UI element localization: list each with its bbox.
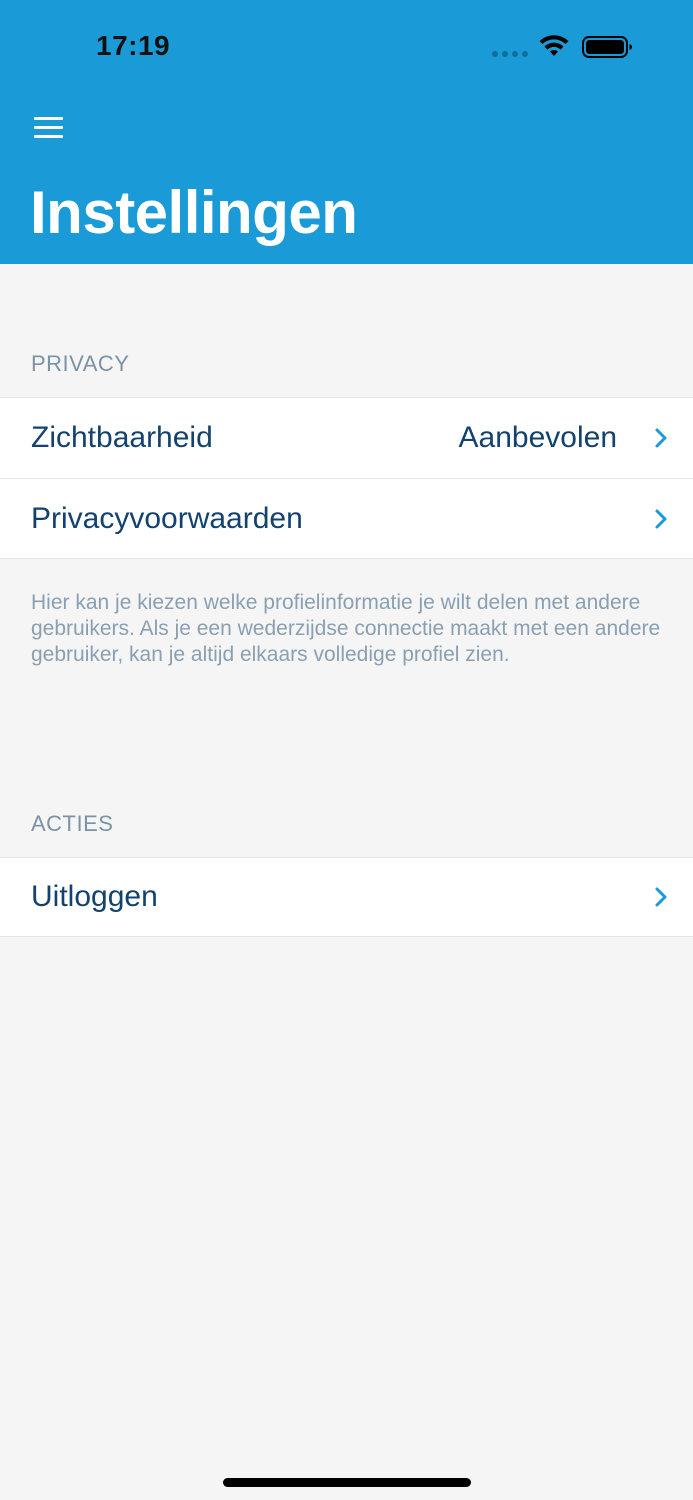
hamburger-menu-icon[interactable] bbox=[34, 117, 64, 139]
section-header-privacy: PRIVACY bbox=[31, 351, 130, 376]
privacy-terms-row[interactable]: Privacyvoorwaarden bbox=[0, 478, 693, 558]
cellular-signal-icon bbox=[492, 51, 528, 57]
page-title: Instellingen bbox=[30, 179, 358, 246]
actions-list: Uitloggen bbox=[0, 857, 693, 937]
privacy-settings-list: Zichtbaarheid Aanbevolen Privacyvoorwaar… bbox=[0, 397, 693, 559]
visibility-label: Zichtbaarheid bbox=[31, 421, 213, 454]
visibility-value: Aanbevolen bbox=[458, 421, 617, 454]
chevron-right-icon bbox=[655, 509, 667, 528]
chevron-right-icon bbox=[655, 887, 667, 907]
visibility-row[interactable]: Zichtbaarheid Aanbevolen bbox=[0, 398, 693, 478]
app-header: 17:19 Instellingen bbox=[0, 0, 693, 264]
chevron-right-icon bbox=[655, 428, 667, 448]
privacy-terms-label: Privacyvoorwaarden bbox=[31, 501, 303, 535]
battery-icon bbox=[582, 36, 632, 58]
status-bar-time: 17:19 bbox=[96, 30, 171, 61]
home-indicator[interactable] bbox=[223, 1478, 471, 1487]
privacy-section-footer: Hier kan je kiezen welke profielinformat… bbox=[31, 591, 661, 666]
logout-label: Uitloggen bbox=[31, 880, 158, 913]
section-header-actions: ACTIES bbox=[31, 811, 114, 836]
logout-row[interactable]: Uitloggen bbox=[0, 858, 693, 936]
wifi-icon bbox=[539, 35, 569, 56]
